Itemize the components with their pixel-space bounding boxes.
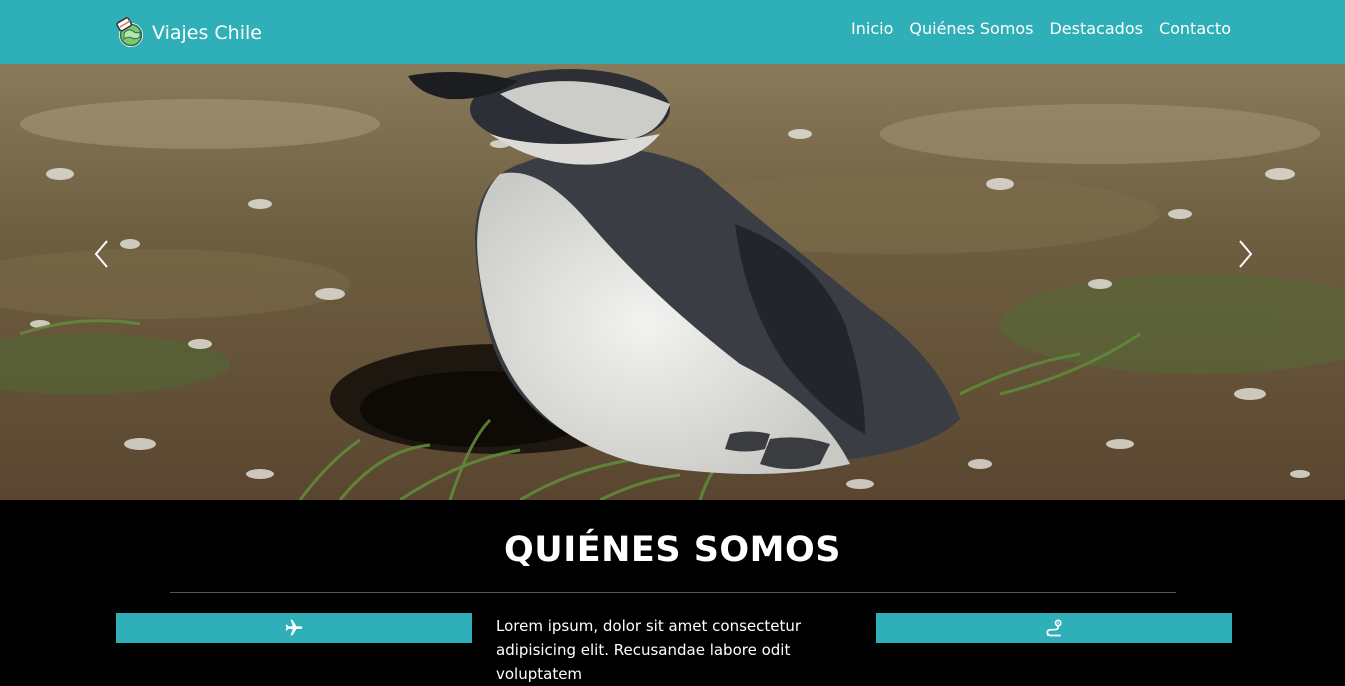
section-divider	[170, 592, 1176, 593]
brand-link[interactable]: Viajes Chile	[114, 16, 262, 50]
section-title: QUIÉNES SOMOS	[504, 530, 841, 570]
nav-link-quienes-somos[interactable]: Quiénes Somos	[909, 18, 1033, 40]
route-icon	[1046, 619, 1062, 637]
hero-carousel	[0, 64, 1345, 500]
chevron-left-icon	[94, 240, 108, 268]
penguin-photo	[0, 64, 1345, 500]
feature-card-header-right	[876, 613, 1232, 643]
nav-link-contacto[interactable]: Contacto	[1159, 18, 1231, 40]
nav-link-inicio[interactable]: Inicio	[851, 18, 893, 40]
carousel-next-button[interactable]	[1231, 234, 1261, 274]
brand-name: Viajes Chile	[152, 22, 262, 44]
globe-travel-icon	[116, 17, 143, 47]
nav-link-destacados[interactable]: Destacados	[1049, 18, 1142, 40]
chevron-right-icon	[1239, 240, 1253, 268]
about-text: Lorem ipsum, dolor sit amet consectetur …	[496, 617, 802, 683]
feature-card-header-left	[116, 613, 472, 643]
nav-links: Inicio Quiénes Somos Destacados Contacto	[851, 18, 1231, 40]
carousel-prev-button[interactable]	[86, 234, 116, 274]
airplane-icon	[285, 619, 303, 636]
navbar: Viajes Chile Inicio Quiénes Somos Destac…	[0, 0, 1345, 64]
